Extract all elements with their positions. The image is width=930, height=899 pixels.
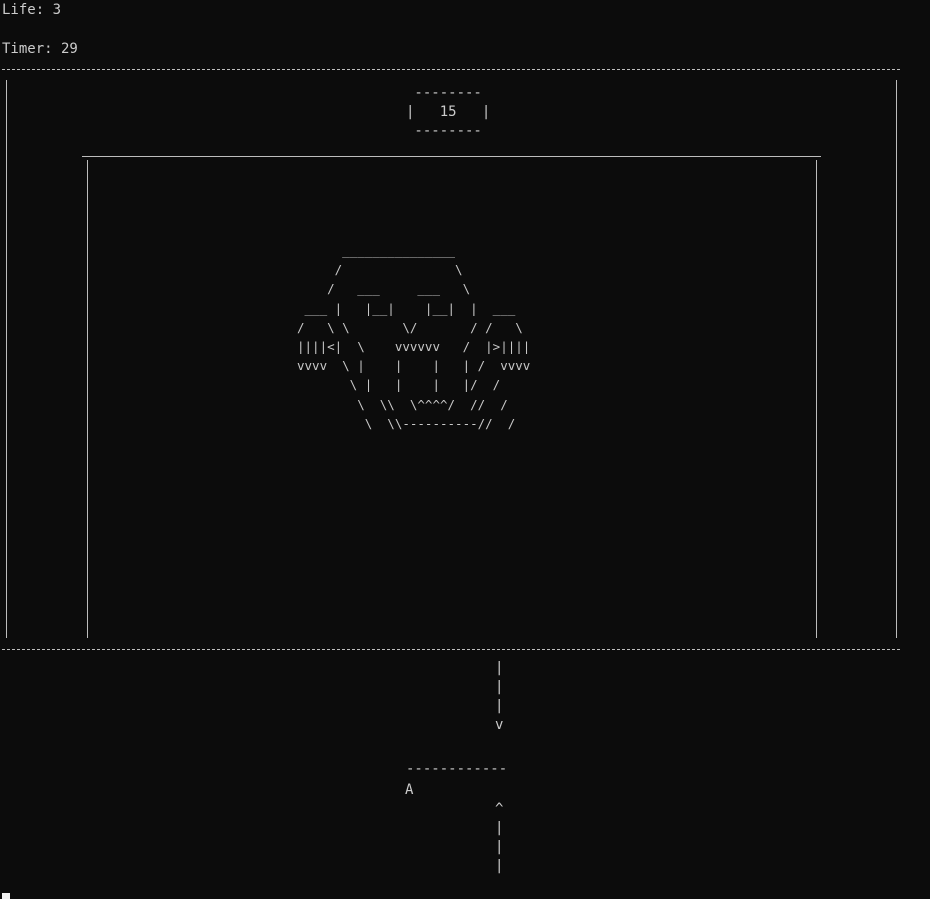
boss-skull-sprite: _______________ / \ / ___ ___ \ ___ | |_…: [297, 243, 531, 431]
console-screen: Life: 3 Timer: 29 -------- | 15 | ------…: [0, 0, 930, 899]
player-paddle: ------------: [406, 761, 508, 777]
arena-left-border: [6, 80, 7, 638]
boss-health-box: -------- | 15 | --------: [406, 85, 491, 139]
boss-frame-right: [816, 160, 817, 638]
boss-frame-top: [82, 156, 821, 157]
boss-frame-left: [87, 160, 88, 638]
arena-right-border: [896, 80, 897, 638]
timer-counter: Timer: 29: [2, 41, 78, 57]
incoming-projectile: | | | v: [495, 660, 504, 733]
life-counter: Life: 3: [2, 2, 62, 18]
outgoing-projectile: ^ | | |: [495, 801, 504, 874]
console-cursor: [2, 893, 10, 899]
arena-bottom-border: [2, 649, 900, 650]
arena-top-border: [2, 69, 900, 70]
player-ship: A: [405, 782, 414, 798]
